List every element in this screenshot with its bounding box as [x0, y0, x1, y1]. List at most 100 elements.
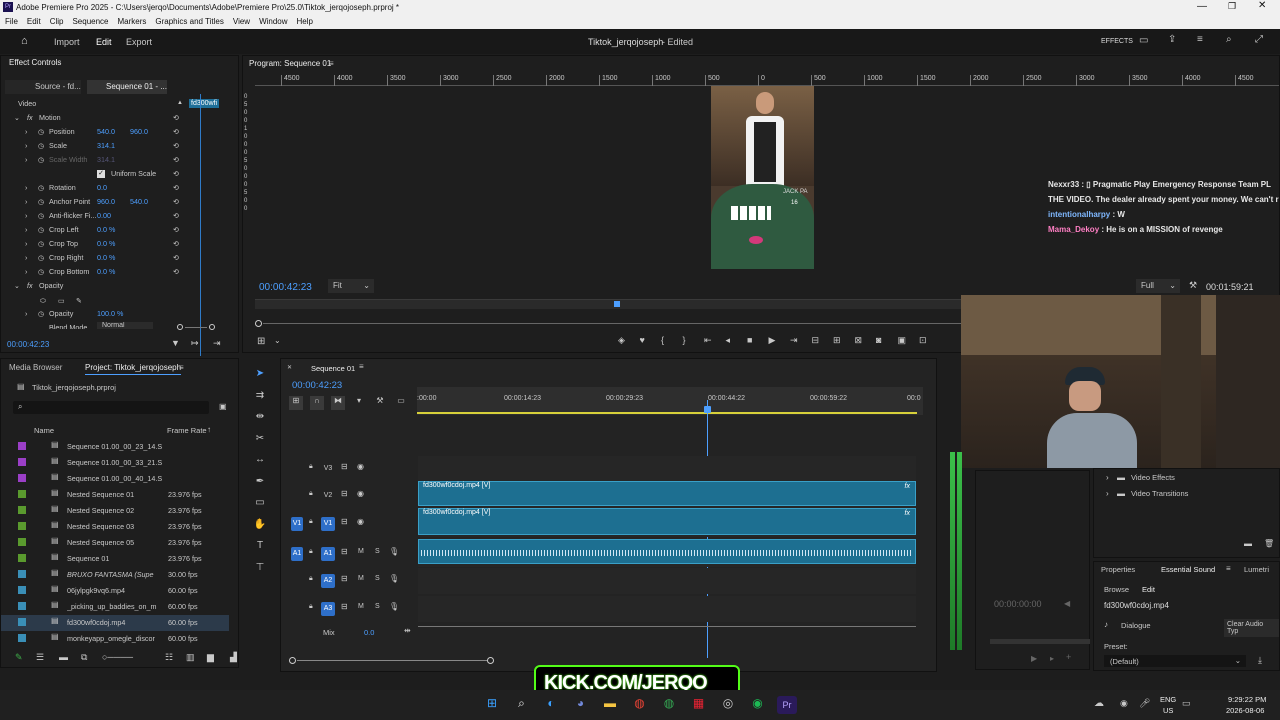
sync-lock-icon[interactable]: ⊟ — [341, 517, 348, 526]
opacity-value[interactable]: 100.0 % — [97, 307, 123, 321]
export-icon[interactable]: ▣ — [898, 335, 907, 346]
solo-button[interactable]: S — [375, 575, 380, 582]
source-scrubber[interactable] — [990, 639, 1090, 644]
blend-mode-select[interactable]: Normal — [97, 322, 153, 329]
list-view-icon[interactable]: ☰ — [36, 652, 44, 663]
effect-value-1[interactable]: 314.1 — [97, 153, 115, 167]
reset-icon[interactable]: ⟲ — [173, 153, 179, 167]
track-name[interactable]: V3 — [321, 462, 335, 476]
clock-time[interactable]: 9:29:22 PM — [1228, 695, 1266, 704]
effect-value-1[interactable]: 0.0 % — [97, 265, 115, 279]
voiceover-mic-icon[interactable]: 🎙︎ — [389, 547, 399, 556]
lock-icon[interactable]: 🔒︎ — [309, 548, 313, 556]
expand-chevron-icon[interactable]: › — [25, 265, 27, 279]
stopwatch-icon[interactable]: ◷ — [38, 125, 44, 139]
timeline-close-icon[interactable]: ✕ — [287, 364, 292, 371]
reset-icon[interactable]: ⟲ — [173, 223, 179, 237]
voiceover-mic-icon[interactable]: 🎙︎ — [389, 574, 399, 583]
clear-audio-type-button[interactable]: Clear Audio Typ — [1224, 619, 1279, 637]
home-icon[interactable]: ⌂ — [21, 35, 28, 47]
ripple-edit-icon[interactable]: ⇹ — [253, 411, 267, 422]
new-folder-icon[interactable]: ▬ — [1244, 539, 1252, 548]
stopwatch-icon[interactable]: ◷ — [38, 237, 44, 251]
reset-icon[interactable]: ⟲ — [173, 265, 179, 279]
bin-icon[interactable]: ▆ — [207, 652, 214, 663]
zoom-slider[interactable]: ○──── — [102, 652, 133, 662]
hand-icon[interactable]: ✋ — [253, 519, 267, 530]
col-name[interactable]: Name — [34, 426, 54, 435]
effect-controls-tab[interactable]: Effect Controls — [9, 56, 61, 70]
sort-icon[interactable]: ↑ — [207, 425, 211, 434]
expand-chevron-icon[interactable]: › — [25, 223, 27, 237]
expand-chevron-icon[interactable]: › — [25, 237, 27, 251]
project-item[interactable]: ▤ monkeyapp_omegle_discor 60.00 fps — [1, 631, 229, 644]
extract-icon[interactable]: ⊞ — [833, 335, 841, 346]
premiere-task-icon[interactable]: Pr — [777, 696, 797, 714]
expand-chevron-icon[interactable]: › — [25, 195, 27, 209]
tray-wifi-icon[interactable]: ◉ — [1120, 698, 1128, 709]
sync-lock-icon[interactable]: ⊟ — [341, 602, 348, 611]
stopwatch-icon[interactable]: ◷ — [38, 181, 44, 195]
sync-lock-icon[interactable]: ⊟ — [341, 574, 348, 583]
minimize-button[interactable]: — — [1197, 1, 1207, 12]
scroll-up-icon[interactable]: ▲ — [177, 100, 183, 106]
mute-button[interactable]: M — [358, 603, 364, 610]
spotify-icon[interactable]: ◉ — [748, 696, 768, 714]
close-button[interactable]: ✕ — [1258, 0, 1266, 11]
mute-button[interactable]: M — [358, 575, 364, 582]
automate-icon[interactable]: ▥ — [186, 652, 195, 663]
reset-icon[interactable]: ⟲ — [173, 139, 179, 153]
program-title[interactable]: Program: Sequence 01 — [249, 57, 331, 71]
expand-chevron-icon[interactable]: › — [25, 153, 27, 167]
effect-value-1[interactable]: 540.0 — [97, 125, 115, 139]
effect-value-1[interactable]: 960.0 — [97, 195, 115, 209]
track-name[interactable]: V2 — [321, 489, 335, 503]
snap-icon[interactable]: ∩ — [310, 396, 324, 410]
video-effects-chevron-icon[interactable]: › — [1106, 473, 1109, 482]
menu-help[interactable]: Help — [297, 17, 313, 26]
add-marker-icon[interactable]: ♥ — [640, 335, 645, 345]
tab-import[interactable]: Import — [54, 37, 80, 47]
app-icon[interactable]: ▦ — [689, 696, 709, 714]
program-settings-icon[interactable]: ⊞ — [257, 336, 265, 347]
eye-icon[interactable]: ◉ — [357, 489, 364, 498]
caption-tl-icon[interactable]: ▭ — [394, 396, 408, 410]
trash-icon[interactable]: 🗑 — [1264, 539, 1274, 548]
new-item-icon[interactable]: ▟ — [230, 652, 237, 663]
nest-icon[interactable]: ⊞ — [289, 396, 303, 410]
track-select-icon[interactable]: ⇉ — [253, 390, 267, 401]
project-search-input[interactable] — [31, 402, 201, 413]
mute-button[interactable]: M — [358, 548, 364, 555]
chrome-alt-icon[interactable]: ◍ — [659, 696, 679, 714]
solo-button[interactable]: S — [375, 603, 380, 610]
track-name[interactable]: A1 — [321, 547, 335, 561]
project-item[interactable]: ▤ Sequence 01.00_00_40_14.S — [1, 471, 229, 487]
track-name[interactable]: A2 — [321, 574, 335, 588]
ec-zoom-slider[interactable] — [177, 324, 217, 330]
video-effects-item[interactable]: Video Effects — [1131, 473, 1175, 482]
expand-chevron-icon[interactable]: › — [25, 209, 27, 223]
in-point-icon[interactable]: { — [661, 335, 664, 345]
ec-timecode[interactable]: 00:00:42:23 — [7, 340, 49, 349]
share-icon[interactable]: ⇪ — [1168, 34, 1176, 45]
lift-icon[interactable]: ⊟ — [812, 335, 820, 346]
wrench-tl-icon[interactable]: ⚒ — [373, 396, 387, 410]
pencil-icon[interactable]: ✎ — [15, 652, 23, 663]
mix-nav-icon[interactable]: ⇹ — [404, 626, 411, 635]
compare-icon[interactable]: ⊠ — [855, 335, 863, 346]
sort-menu-icon[interactable]: ☷ — [165, 652, 173, 663]
list-icon[interactable]: ≡ — [1197, 34, 1203, 45]
effect-value-2[interactable]: 960.0 — [130, 125, 148, 139]
timeline-menu-icon[interactable]: ≡ — [359, 362, 364, 371]
mix-value[interactable]: 0.0 — [364, 628, 374, 637]
reset-icon[interactable]: ⟲ — [173, 125, 179, 139]
timeline-scroll[interactable] — [289, 657, 929, 665]
source-add-icon[interactable]: + — [1066, 652, 1071, 662]
project-item[interactable]: ▤ Nested Sequence 01 23.976 fps — [1, 487, 229, 503]
marker-add-icon[interactable]: ▾ — [352, 396, 366, 410]
essential-sound-menu-icon[interactable]: ≡ — [1226, 564, 1231, 573]
tab-properties[interactable]: Properties — [1101, 565, 1135, 574]
playhead-handle[interactable] — [704, 406, 711, 413]
stopwatch-icon[interactable]: ◷ — [38, 265, 44, 279]
track-name[interactable]: V1 — [321, 517, 335, 531]
